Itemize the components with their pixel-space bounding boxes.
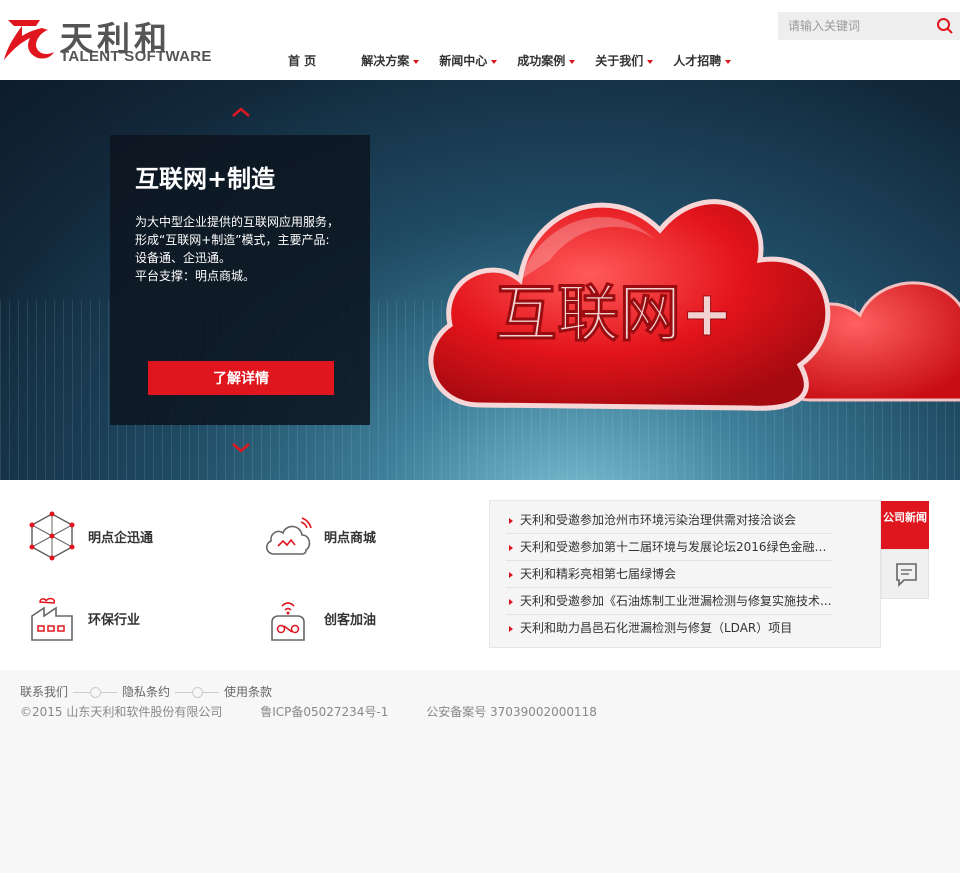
brand-name-en: TALENT SOFTWARE [60, 48, 212, 65]
message-icon [896, 563, 917, 587]
search-input[interactable] [778, 12, 928, 40]
caret-down-icon [647, 59, 654, 64]
cloud-text: 互联网+ [495, 277, 733, 350]
feature-label: 明点企迅通 [88, 530, 154, 546]
feature-mall[interactable]: 明点商城 [262, 510, 376, 562]
nav-jobs-label: 人才招聘 [673, 54, 722, 68]
network-cube-icon [29, 511, 75, 561]
learn-more-button[interactable]: 了解详情 [148, 361, 334, 395]
news-item[interactable]: 天利和受邀参加沧州市环境污染治理供需对接洽谈会 [506, 507, 832, 534]
tab-messages[interactable] [881, 549, 929, 599]
nav-about[interactable]: 关于我们 [595, 52, 654, 74]
footer-link-privacy[interactable]: 隐私条约 [122, 683, 170, 700]
promo-desc-line: 为大中型企业提供的互联网应用服务， [135, 215, 340, 229]
cloud-signal-icon [265, 517, 312, 555]
nav-news[interactable]: 新闻中心 [439, 52, 498, 74]
promo-desc-line: 平台支撑：明点商城。 [135, 269, 256, 283]
promo-title: 互联网+制造 [135, 165, 276, 193]
promo-desc-line: 设备通、企迅通。 [135, 251, 232, 265]
features-section: 明点企迅通 明点商城 环保行业 创客加油 天利和受邀参加沧州市环境污染治理供需对… [0, 480, 960, 670]
caret-down-icon [413, 59, 420, 64]
tab-company-news[interactable]: 公司新闻 [881, 501, 929, 549]
feature-label: 环保行业 [88, 612, 141, 628]
chevron-up-icon[interactable] [231, 106, 251, 118]
police-record-text[interactable]: 公安备案号 37039002000118 [426, 705, 597, 719]
logo-mark-icon [4, 20, 54, 60]
nav-jobs[interactable]: 人才招聘 [673, 52, 732, 74]
feature-environment[interactable]: 环保行业 [26, 592, 140, 644]
fuel-device-icon [271, 602, 305, 641]
nav-solutions-label: 解决方案 [361, 54, 410, 68]
feature-maker[interactable]: 创客加油 [262, 592, 376, 644]
nav-home-label: 首 页 [288, 54, 317, 68]
news-panel: 天利和受邀参加沧州市环境污染治理供需对接洽谈会 天利和受邀参加第十二届环境与发展… [489, 500, 881, 648]
nav-cases[interactable]: 成功案例 [517, 52, 576, 74]
news-item[interactable]: 天利和助力昌邑石化泄漏检测与修复（LDAR）项目 [506, 615, 832, 642]
news-item[interactable]: 天利和受邀参加《石油炼制工业泄漏检测与修复实施技术... [506, 588, 832, 615]
footer: 联系我们 隐私条约 使用条款 ©2015 山东天利和软件股份有限公司 鲁ICP备… [0, 670, 960, 873]
feature-label: 明点商城 [324, 530, 377, 546]
nav-cases-label: 成功案例 [517, 54, 566, 68]
nav-news-label: 新闻中心 [439, 54, 488, 68]
feature-label: 创客加油 [324, 612, 377, 628]
nav-about-label: 关于我们 [595, 54, 644, 68]
search-box [778, 12, 960, 40]
footer-links: 联系我们 隐私条约 使用条款 [20, 683, 272, 700]
search-icon[interactable] [936, 17, 954, 35]
footer-separator [173, 686, 221, 698]
icp-text[interactable]: 鲁ICP备05027234号-1 [260, 705, 388, 719]
feature-qixuntong[interactable]: 明点企迅通 [26, 510, 153, 562]
hero-banner: 互联网+ 互联网+制造 为大中型企业提供的互联网应用服务， 形成“互联网+制造”… [0, 80, 960, 480]
footer-copyright: ©2015 山东天利和软件股份有限公司 鲁ICP备05027234号-1 公安备… [20, 703, 631, 720]
promo-description: 为大中型企业提供的互联网应用服务， 形成“互联网+制造”模式，主要产品: 设备通… [135, 213, 355, 285]
footer-link-terms[interactable]: 使用条款 [224, 683, 272, 700]
main-nav: 首 页 解决方案 新闻中心 成功案例 关于我们 人才招聘 [270, 52, 732, 74]
news-item[interactable]: 天利和受邀参加第十二届环境与发展论坛2016绿色金融暨... [506, 534, 832, 561]
nav-home[interactable]: 首 页 [288, 52, 316, 74]
header: 天利和 TALENT SOFTWARE 首 页 解决方案 新闻中心 成功案例 关… [0, 0, 960, 80]
news-list: 天利和受邀参加沧州市环境污染治理供需对接洽谈会 天利和受邀参加第十二届环境与发展… [506, 507, 832, 642]
caret-down-icon [569, 59, 576, 64]
chevron-down-icon[interactable] [231, 442, 251, 454]
promo-desc-line: 形成“互联网+制造”模式，主要产品: [135, 233, 330, 247]
factory-icon [31, 597, 73, 641]
nav-solutions[interactable]: 解决方案 [361, 52, 420, 74]
promo-panel: 互联网+制造 为大中型企业提供的互联网应用服务， 形成“互联网+制造”模式，主要… [110, 135, 370, 425]
caret-down-icon [725, 59, 732, 64]
cloud-graphic: 互联网+ [428, 199, 960, 411]
news-item[interactable]: 天利和精彩亮相第七届绿博会 [506, 561, 832, 588]
caret-down-icon [491, 59, 498, 64]
footer-separator [71, 686, 119, 698]
logo[interactable]: 天利和 TALENT SOFTWARE [0, 8, 230, 70]
copyright-text: ©2015 山东天利和软件股份有限公司 [20, 705, 223, 719]
footer-link-contact[interactable]: 联系我们 [20, 683, 68, 700]
